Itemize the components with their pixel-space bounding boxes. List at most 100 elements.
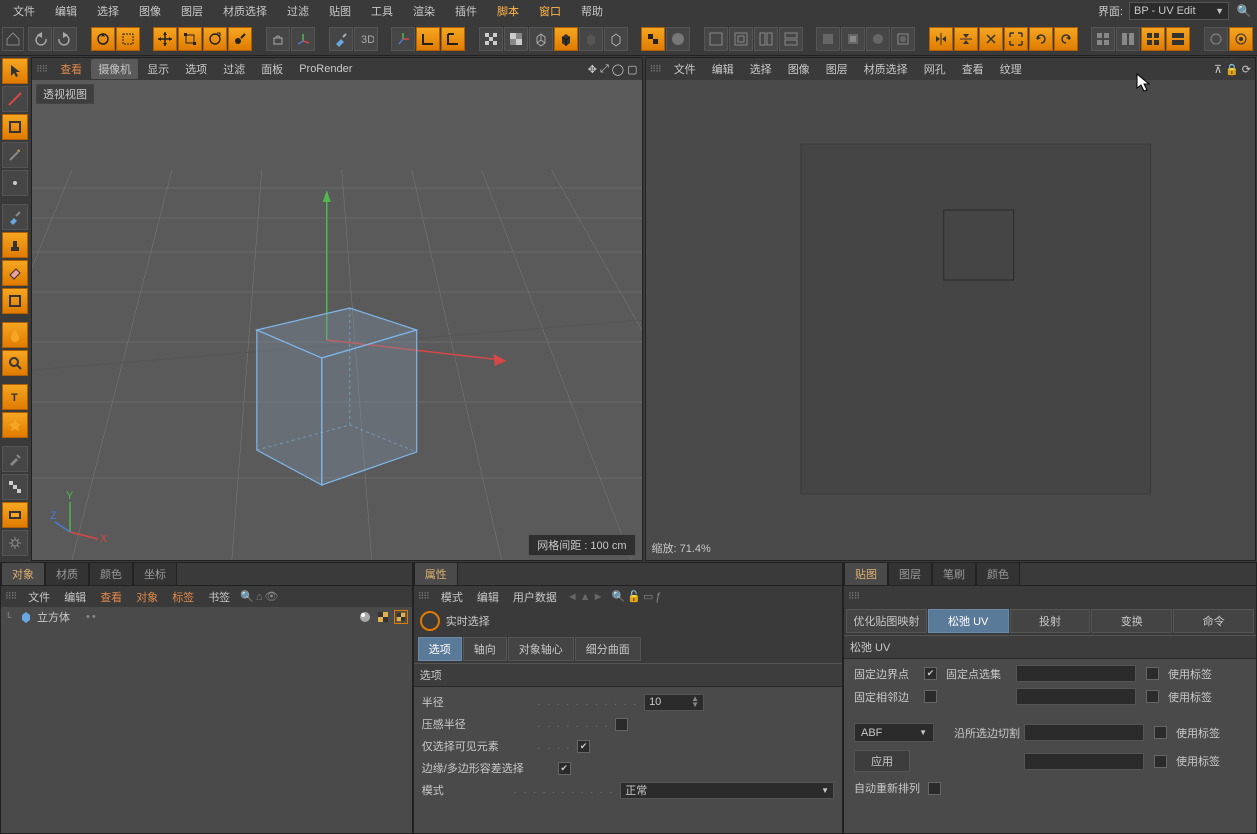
menu-render[interactable]: 渲染 bbox=[404, 1, 444, 21]
vp-menu-camera[interactable]: 摄像机 bbox=[91, 59, 138, 79]
uv-menu-material[interactable]: 材质选择 bbox=[857, 59, 915, 79]
object-tree-row[interactable]: └ 立方体 • • bbox=[1, 607, 412, 627]
stamp-icon[interactable] bbox=[2, 232, 28, 258]
bucket-icon[interactable] bbox=[2, 288, 28, 314]
uv-menu-select[interactable]: 选择 bbox=[743, 59, 779, 79]
new-window-icon[interactable]: ▭ bbox=[643, 590, 653, 603]
mirror-v-icon[interactable] bbox=[954, 27, 978, 51]
subtab-objaxis[interactable]: 对象轴心 bbox=[508, 637, 574, 661]
menu-tools[interactable]: 工具 bbox=[362, 1, 402, 21]
star-icon[interactable] bbox=[2, 412, 28, 438]
flip-icon[interactable] bbox=[979, 27, 1003, 51]
subtab-axis[interactable]: 轴向 bbox=[463, 637, 507, 661]
histogram-icon[interactable]: ⊼ bbox=[1214, 63, 1222, 76]
function-icon[interactable]: ƒ bbox=[655, 591, 661, 603]
checker-tool-icon[interactable] bbox=[2, 474, 28, 500]
back-icon[interactable]: ◄ bbox=[567, 591, 578, 603]
checker-small-icon[interactable] bbox=[641, 27, 665, 51]
tab-attributes[interactable]: 属性 bbox=[414, 562, 458, 585]
grip-icon[interactable]: ⠿⠿ bbox=[5, 591, 16, 602]
tab-material[interactable]: 材质 bbox=[45, 562, 89, 585]
subtab-subdiv[interactable]: 细分曲面 bbox=[575, 637, 641, 661]
vp-menu-filter[interactable]: 过滤 bbox=[216, 59, 252, 79]
menu-material[interactable]: 材质选择 bbox=[214, 1, 276, 21]
pointer-tool-icon[interactable] bbox=[2, 58, 28, 84]
uvw-tag-icon[interactable] bbox=[376, 610, 390, 624]
uv-menu-edit[interactable]: 编辑 bbox=[705, 59, 741, 79]
uv-c-icon[interactable] bbox=[754, 27, 778, 51]
search-icon[interactable]: 🔍 bbox=[240, 590, 254, 603]
brush-icon[interactable] bbox=[329, 27, 353, 51]
cube-wire-icon[interactable] bbox=[529, 27, 553, 51]
menu-select[interactable]: 选择 bbox=[88, 1, 128, 21]
uv-menu-image[interactable]: 图像 bbox=[781, 59, 817, 79]
checkbox-pressure[interactable] bbox=[615, 718, 628, 731]
mirror-h-icon[interactable] bbox=[929, 27, 953, 51]
grip-icon[interactable]: ⠿⠿ bbox=[848, 591, 859, 602]
eraser-icon[interactable] bbox=[2, 260, 28, 286]
checkbox-rearrange[interactable] bbox=[928, 782, 941, 795]
uv-menu-view[interactable]: 查看 bbox=[955, 59, 991, 79]
search-icon[interactable]: 🔍 bbox=[1235, 2, 1253, 20]
obj-menu-tags[interactable]: 标签 bbox=[166, 587, 200, 607]
lastused-icon[interactable] bbox=[228, 27, 252, 51]
nav-pan-icon[interactable]: ✥ bbox=[588, 63, 597, 76]
tab-uv-brush[interactable]: 笔刷 bbox=[932, 562, 976, 585]
checkbox-use-tag2[interactable] bbox=[1154, 726, 1167, 739]
map-3-icon[interactable] bbox=[866, 27, 890, 51]
nav-max-icon[interactable]: ▢ bbox=[627, 63, 637, 76]
rect-select-icon[interactable] bbox=[116, 27, 140, 51]
poly-tool-icon[interactable] bbox=[2, 114, 28, 140]
grid-d-icon[interactable] bbox=[1166, 27, 1190, 51]
nav-zoom-icon[interactable]: ⤢ bbox=[600, 63, 609, 76]
scale-icon[interactable] bbox=[178, 27, 202, 51]
tree-caret-icon[interactable]: └ bbox=[5, 612, 15, 622]
home-small-icon[interactable]: ⌂ bbox=[256, 591, 263, 603]
vp-menu-panel[interactable]: 面板 bbox=[254, 59, 290, 79]
menu-edit[interactable]: 编辑 bbox=[46, 1, 86, 21]
uv-menu-file[interactable]: 文件 bbox=[667, 59, 703, 79]
vp-menu-prorender[interactable]: ProRender bbox=[292, 61, 359, 77]
tab-coord[interactable]: 坐标 bbox=[133, 562, 177, 585]
xyz-icon[interactable] bbox=[291, 27, 315, 51]
map-2-icon[interactable] bbox=[841, 27, 865, 51]
sync-icon[interactable]: ⟳ bbox=[1242, 63, 1251, 76]
uvtab-optimal[interactable]: 优化贴图映射 bbox=[846, 609, 927, 633]
button-apply[interactable]: 应用 bbox=[854, 750, 910, 772]
uv-a-icon[interactable] bbox=[704, 27, 728, 51]
undo-icon[interactable] bbox=[28, 27, 52, 51]
tab-uv-texture[interactable]: 贴图 bbox=[844, 562, 888, 585]
uvtab-transform[interactable]: 变换 bbox=[1091, 609, 1172, 633]
menu-texture[interactable]: 贴图 bbox=[320, 1, 360, 21]
uv-b-icon[interactable] bbox=[729, 27, 753, 51]
magnify-icon[interactable] bbox=[2, 350, 28, 376]
uv-menu-texture[interactable]: 纹理 bbox=[993, 59, 1029, 79]
point-tool-icon[interactable] bbox=[2, 170, 28, 196]
viewport-3d-canvas[interactable]: 透视视图 bbox=[32, 80, 642, 560]
eye-icon[interactable]: 👁 bbox=[265, 590, 279, 603]
uvtab-project[interactable]: 投射 bbox=[1010, 609, 1091, 633]
layout-select[interactable]: BP - UV Edit ▼ bbox=[1129, 2, 1229, 20]
grip-icon[interactable]: ⠿⠿ bbox=[36, 64, 47, 75]
grid-c-icon[interactable] bbox=[1141, 27, 1165, 51]
uv-menu-layer[interactable]: 图层 bbox=[819, 59, 855, 79]
vp-menu-display[interactable]: 显示 bbox=[140, 59, 176, 79]
vp-menu-options[interactable]: 选项 bbox=[178, 59, 214, 79]
checkbox-use-tag1[interactable] bbox=[1146, 667, 1159, 680]
menu-filter[interactable]: 过滤 bbox=[278, 1, 318, 21]
brush-3d-icon[interactable]: 3D bbox=[354, 27, 378, 51]
cube-shaded-icon[interactable] bbox=[554, 27, 578, 51]
checkbox-use-tag2b[interactable] bbox=[1154, 755, 1167, 768]
menu-layer[interactable]: 图层 bbox=[172, 1, 212, 21]
gear-tool-icon[interactable] bbox=[2, 530, 28, 556]
paint-brush-icon[interactable] bbox=[2, 204, 28, 230]
menu-help[interactable]: 帮助 bbox=[572, 1, 612, 21]
phong-tag-icon[interactable] bbox=[358, 610, 372, 624]
axis-icon[interactable] bbox=[391, 27, 415, 51]
rotate-cw-icon[interactable] bbox=[1029, 27, 1053, 51]
menu-window[interactable]: 窗口 bbox=[530, 1, 570, 21]
uv-menu-mesh[interactable]: 网孔 bbox=[917, 59, 953, 79]
input-fix-sel[interactable] bbox=[1016, 665, 1136, 682]
visibility-dot-icon[interactable]: • bbox=[86, 611, 90, 623]
map-4-icon[interactable] bbox=[891, 27, 915, 51]
